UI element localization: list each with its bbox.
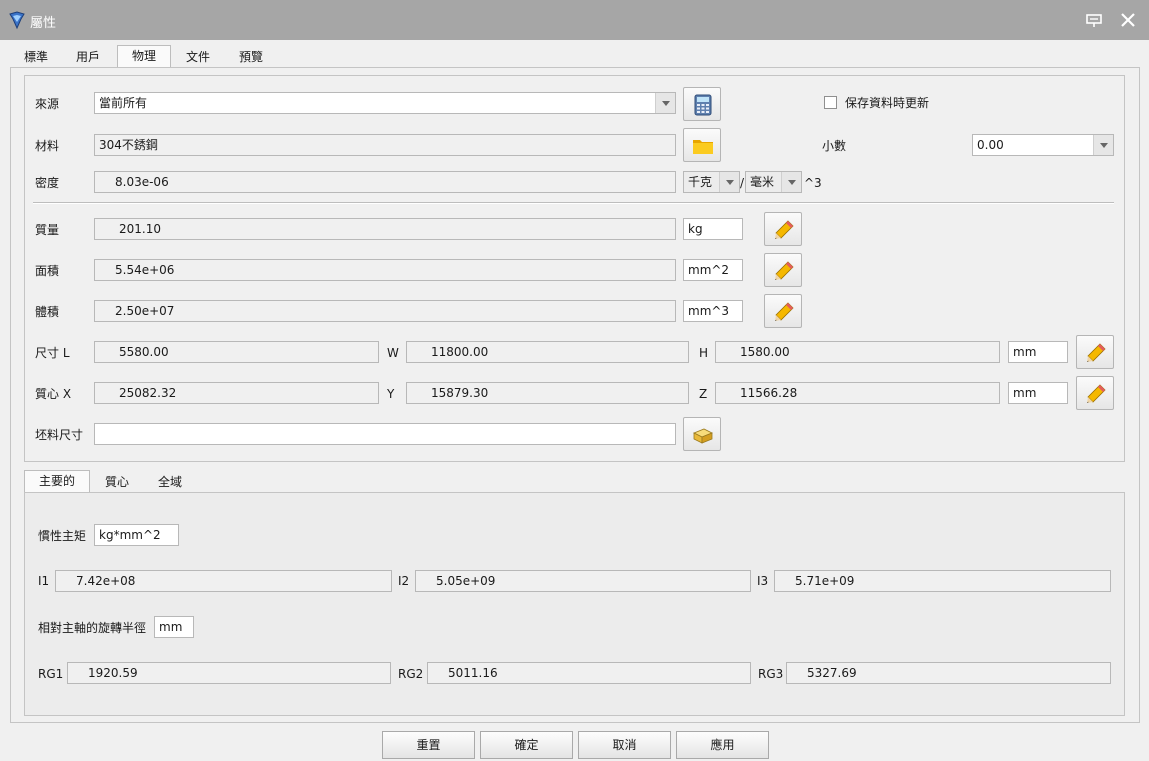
mass-unit-select[interactable]: 千克 bbox=[683, 171, 740, 193]
area-label: 面積 bbox=[35, 264, 60, 278]
pencil-icon bbox=[775, 220, 794, 239]
mass-field[interactable]: 201.10 bbox=[94, 218, 676, 240]
pencil-icon bbox=[775, 302, 794, 321]
cancel-button[interactable]: 取消 bbox=[578, 731, 671, 759]
mass-unit: kg bbox=[683, 218, 743, 240]
ok-button[interactable]: 確定 bbox=[480, 731, 573, 759]
material-browse-button[interactable] bbox=[683, 128, 721, 162]
centroid-y-label: Y bbox=[387, 387, 395, 401]
i3-label: I3 bbox=[757, 574, 769, 588]
tab-user[interactable]: 用戶 bbox=[66, 47, 110, 69]
subtab-global[interactable]: 全域 bbox=[148, 472, 192, 494]
tab-preview[interactable]: 預覽 bbox=[229, 47, 273, 69]
source-label: 來源 bbox=[35, 97, 60, 111]
dim-h-field[interactable]: 1580.00 bbox=[715, 341, 1000, 363]
mass-label: 質量 bbox=[35, 223, 60, 237]
i1-label: I1 bbox=[38, 574, 50, 588]
centroid-z-label: Z bbox=[699, 387, 708, 401]
dim-h-label: H bbox=[699, 346, 709, 360]
chevron-down-icon[interactable] bbox=[719, 172, 739, 192]
folder-icon bbox=[693, 140, 713, 154]
reset-button[interactable]: 重置 bbox=[382, 731, 475, 759]
rg1-field[interactable]: 1920.59 bbox=[67, 662, 391, 684]
blank-size-label: 坯料尺寸 bbox=[35, 428, 84, 442]
rg1-label: RG1 bbox=[38, 667, 64, 681]
centroid-z-field[interactable]: 11566.28 bbox=[715, 382, 1000, 404]
close-icon[interactable] bbox=[1118, 10, 1138, 30]
decimal-label: 小數 bbox=[822, 139, 847, 153]
i2-label: I2 bbox=[398, 574, 410, 588]
i3-field[interactable]: 5.71e+09 bbox=[774, 570, 1111, 592]
centroid-edit-button[interactable] bbox=[1076, 376, 1114, 410]
mass-unit-value: 千克 bbox=[688, 175, 713, 189]
material-label: 材料 bbox=[35, 139, 60, 153]
i2-field[interactable]: 5.05e+09 bbox=[415, 570, 751, 592]
tab-standard[interactable]: 標準 bbox=[14, 47, 58, 69]
area-field[interactable]: 5.54e+06 bbox=[94, 259, 676, 281]
save-update-label: 保存資料時更新 bbox=[845, 96, 930, 110]
box-icon bbox=[693, 428, 713, 444]
subtab-principal[interactable]: 主要的 bbox=[24, 470, 90, 494]
rg2-field[interactable]: 5011.16 bbox=[427, 662, 751, 684]
dim-l-field[interactable]: 5580.00 bbox=[94, 341, 379, 363]
inertia-label: 慣性主矩 bbox=[38, 529, 87, 543]
calculate-button[interactable] bbox=[683, 87, 721, 121]
centroid-unit: mm bbox=[1008, 382, 1068, 404]
decimal-select[interactable]: 0.00 bbox=[972, 134, 1114, 156]
length-unit-value: 毫米 bbox=[750, 175, 775, 189]
apply-button[interactable]: 應用 bbox=[676, 731, 769, 759]
mass-edit-button[interactable] bbox=[764, 212, 802, 246]
dim-unit: mm bbox=[1008, 341, 1068, 363]
material-field[interactable]: 304不銹鋼 bbox=[94, 134, 676, 156]
source-select[interactable]: 當前所有 bbox=[94, 92, 676, 114]
save-update-checkbox[interactable] bbox=[824, 96, 837, 109]
inertia-unit: kg*mm^2 bbox=[94, 524, 179, 546]
rg3-label: RG3 bbox=[758, 667, 784, 681]
volume-edit-button[interactable] bbox=[764, 294, 802, 328]
density-slash: / bbox=[740, 176, 745, 190]
density-field[interactable]: 8.03e-06 bbox=[94, 171, 676, 193]
area-edit-button[interactable] bbox=[764, 253, 802, 287]
length-unit-select[interactable]: 毫米 bbox=[745, 171, 802, 193]
dim-w-label: W bbox=[387, 346, 399, 360]
source-value: 當前所有 bbox=[99, 96, 148, 110]
density-label: 密度 bbox=[35, 176, 60, 190]
centroid-label: 質心 X bbox=[35, 387, 72, 401]
volume-unit: mm^3 bbox=[683, 300, 743, 322]
volume-field[interactable]: 2.50e+07 bbox=[94, 300, 676, 322]
gyration-label: 相對主軸的旋轉半徑 bbox=[38, 621, 147, 635]
dim-w-field[interactable]: 11800.00 bbox=[406, 341, 689, 363]
tab-physical[interactable]: 物理 bbox=[117, 45, 171, 69]
density-power: ^3 bbox=[804, 176, 822, 190]
pencil-icon bbox=[1087, 384, 1106, 403]
separator bbox=[33, 202, 1114, 204]
pin-icon[interactable] bbox=[1084, 10, 1104, 30]
centroid-x-field[interactable]: 25082.32 bbox=[94, 382, 379, 404]
title-bar: 屬性 bbox=[0, 0, 1149, 40]
rg3-field[interactable]: 5327.69 bbox=[786, 662, 1111, 684]
tab-file[interactable]: 文件 bbox=[176, 47, 220, 69]
dimensions-label: 尺寸 L bbox=[35, 346, 70, 360]
blank-size-field[interactable] bbox=[94, 423, 676, 445]
app-icon bbox=[9, 11, 25, 30]
rg2-label: RG2 bbox=[398, 667, 424, 681]
chevron-down-icon[interactable] bbox=[781, 172, 801, 192]
blank-size-button[interactable] bbox=[683, 417, 721, 451]
subtab-centroid[interactable]: 質心 bbox=[96, 472, 138, 494]
area-unit: mm^2 bbox=[683, 259, 743, 281]
pencil-icon bbox=[775, 261, 794, 280]
volume-label: 體積 bbox=[35, 305, 60, 319]
chevron-down-icon[interactable] bbox=[1093, 135, 1113, 155]
chevron-down-icon[interactable] bbox=[655, 93, 675, 113]
centroid-y-field[interactable]: 15879.30 bbox=[406, 382, 689, 404]
dimensions-edit-button[interactable] bbox=[1076, 335, 1114, 369]
decimal-value: 0.00 bbox=[977, 138, 1004, 152]
i1-field[interactable]: 7.42e+08 bbox=[55, 570, 392, 592]
calculator-icon bbox=[694, 94, 712, 116]
window-title: 屬性 bbox=[30, 16, 57, 31]
gyration-unit: mm bbox=[154, 616, 194, 638]
pencil-icon bbox=[1087, 343, 1106, 362]
